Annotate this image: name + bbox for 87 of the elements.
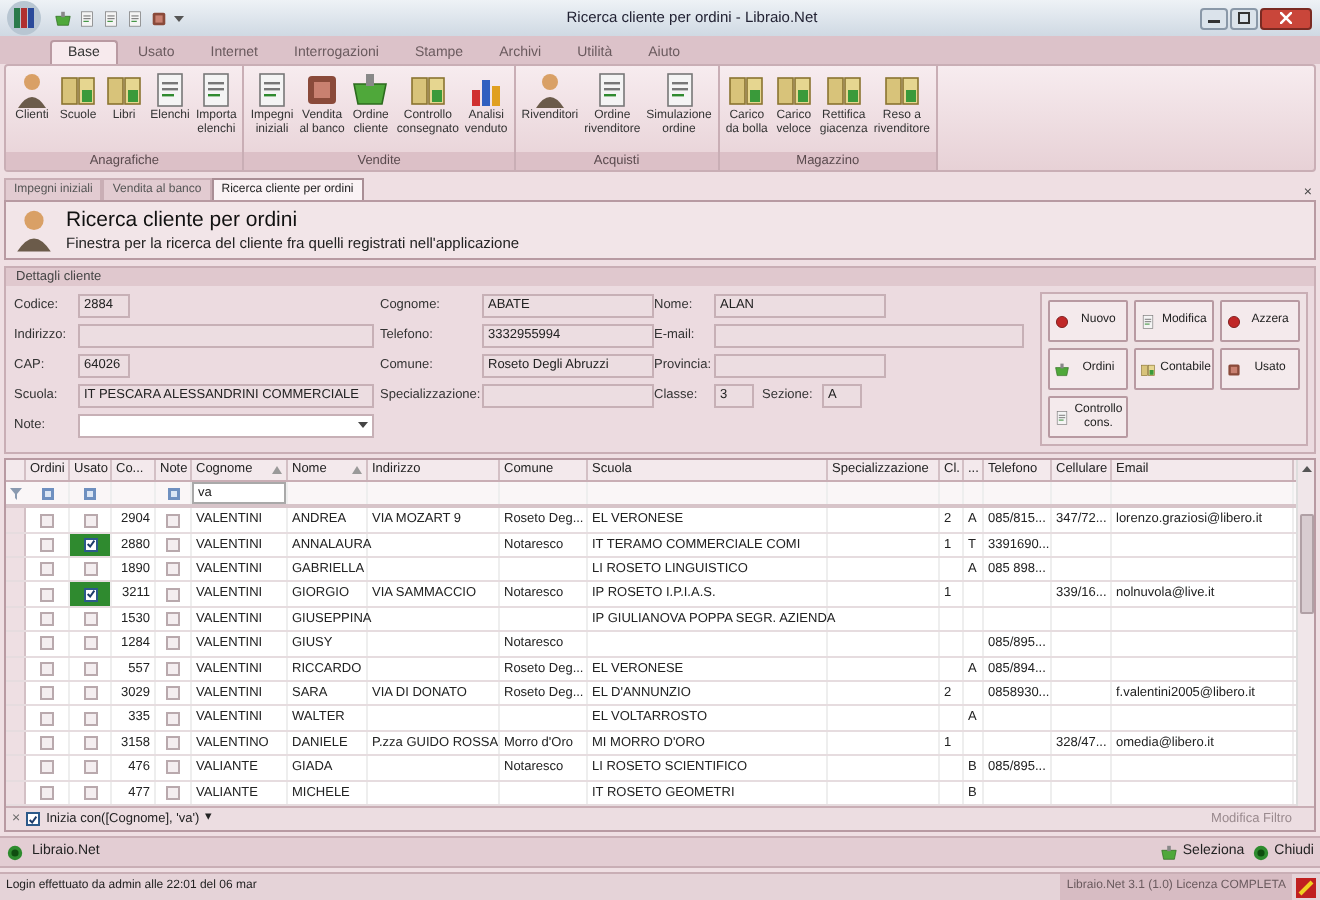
checkbox[interactable] [83, 612, 97, 627]
checkbox[interactable] [83, 760, 97, 775]
box-icon [150, 9, 168, 27]
checkbox[interactable] [40, 686, 54, 701]
checkbox[interactable] [83, 736, 97, 751]
text-field[interactable] [78, 323, 374, 347]
row-header[interactable] [6, 731, 26, 755]
row-header[interactable] [6, 706, 26, 730]
row-header[interactable] [6, 533, 26, 557]
checkbox[interactable] [40, 760, 54, 775]
maximize-button[interactable] [1230, 7, 1258, 29]
basket-icon [1054, 361, 1071, 377]
row-header[interactable] [6, 781, 26, 804]
filter-checkbox-icon[interactable] [167, 487, 179, 500]
checkbox[interactable] [40, 513, 54, 527]
dot-icon [1054, 313, 1071, 329]
checkbox[interactable] [166, 785, 180, 800]
document-icon [78, 9, 96, 27]
dropdown-icon[interactable] [174, 12, 184, 24]
text-field[interactable] [714, 353, 886, 377]
checkbox[interactable] [83, 661, 97, 676]
close-button[interactable] [1260, 7, 1312, 29]
row-header[interactable] [6, 582, 26, 606]
scroll-up-icon[interactable] [1301, 464, 1311, 474]
document-icon [1054, 409, 1071, 425]
box-icon [1226, 361, 1243, 377]
close-icon [1280, 12, 1292, 24]
checkbox[interactable] [83, 537, 97, 552]
checkbox[interactable] [166, 711, 180, 726]
checkbox[interactable] [40, 785, 54, 800]
document-icon [126, 9, 144, 27]
sort-icon [352, 466, 362, 475]
basket-icon [54, 9, 72, 27]
checkbox[interactable] [166, 562, 180, 577]
page-title: Ricerca cliente per ordini [66, 207, 300, 233]
checkbox[interactable] [40, 736, 54, 751]
filter-checkbox-icon[interactable] [84, 487, 96, 500]
checkbox[interactable] [40, 711, 54, 726]
checkbox[interactable] [166, 587, 180, 602]
checkbox[interactable] [83, 711, 97, 726]
scrollbar[interactable] [1296, 460, 1314, 806]
basket-icon [1160, 843, 1179, 861]
maximize-icon [1238, 12, 1250, 24]
row-header[interactable] [6, 756, 26, 780]
checkbox[interactable] [83, 686, 97, 701]
checkbox[interactable] [166, 513, 180, 527]
document-icon [1140, 313, 1157, 329]
row-header[interactable] [6, 607, 26, 631]
book-icon [1140, 361, 1157, 377]
checkbox[interactable] [166, 736, 180, 751]
checkbox[interactable] [40, 661, 54, 676]
basket-icon [350, 70, 391, 110]
books-logo-icon [6, 0, 42, 36]
filter-checkbox-icon[interactable] [41, 487, 53, 500]
row-header[interactable] [6, 558, 26, 581]
dropdown-field[interactable] [78, 413, 374, 437]
row-header[interactable] [6, 508, 26, 532]
checkbox[interactable] [26, 812, 41, 826]
text-field[interactable] [714, 323, 1024, 347]
checkbox[interactable] [83, 513, 97, 527]
checkbox[interactable] [83, 587, 97, 602]
sort-icon [272, 466, 282, 475]
checkbox[interactable] [40, 636, 54, 651]
text-field[interactable] [482, 383, 654, 407]
checkbox[interactable] [40, 587, 54, 602]
license-icon [1296, 877, 1316, 897]
filter-icon [10, 487, 22, 500]
checkbox[interactable] [166, 661, 180, 676]
checkbox[interactable] [166, 760, 180, 775]
checkbox[interactable] [166, 612, 180, 627]
dot-icon [1226, 313, 1243, 329]
checkbox[interactable] [83, 785, 97, 800]
document-icon [102, 9, 120, 27]
checkbox[interactable] [166, 636, 180, 651]
checkbox[interactable] [83, 562, 97, 577]
person-icon [12, 70, 52, 110]
row-header[interactable] [6, 657, 26, 681]
checkbox[interactable] [83, 636, 97, 651]
checkbox[interactable] [166, 686, 180, 701]
row-header[interactable] [6, 682, 26, 705]
checkbox[interactable] [40, 612, 54, 627]
minimize-button[interactable] [1200, 7, 1228, 29]
row-header[interactable] [6, 632, 26, 656]
checkbox[interactable] [166, 537, 180, 552]
dropdown-arrow-icon [358, 421, 368, 429]
checkbox[interactable] [40, 562, 54, 577]
checkbox[interactable] [40, 537, 54, 552]
